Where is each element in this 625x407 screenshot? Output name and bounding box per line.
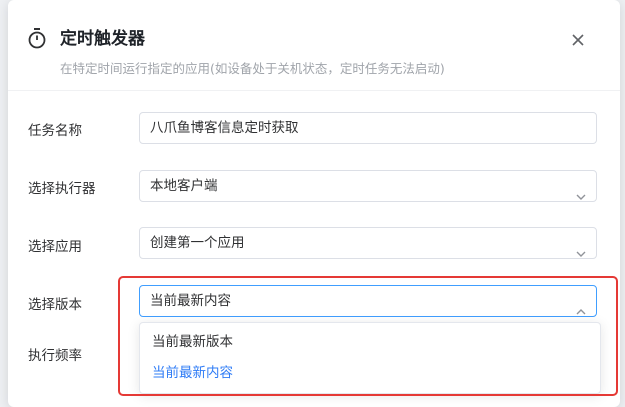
- version-option-latest-content[interactable]: 当前最新内容: [140, 358, 600, 388]
- task-name-label: 任务名称: [28, 123, 82, 139]
- dialog-header: 定时触发器 在特定时间运行指定的应用(如设备处于关机状态，定时任务无法启动): [8, 0, 620, 90]
- executor-label: 选择执行器: [28, 181, 96, 197]
- app-value: 创建第一个应用: [150, 235, 245, 251]
- executor-select[interactable]: 本地客户端: [139, 170, 597, 202]
- task-name-input[interactable]: 八爪鱼博客信息定时获取: [139, 112, 597, 144]
- timer-trigger-dialog: 定时触发器 在特定时间运行指定的应用(如设备处于关机状态，定时任务无法启动) 任…: [8, 0, 620, 407]
- task-name-value: 八爪鱼博客信息定时获取: [150, 120, 299, 136]
- version-select[interactable]: 当前最新内容: [139, 285, 597, 317]
- frequency-label: 执行频率: [28, 348, 82, 364]
- header-divider: [8, 90, 620, 91]
- version-dropdown: 当前最新版本 当前最新内容: [139, 322, 601, 394]
- dialog-subtitle: 在特定时间运行指定的应用(如设备处于关机状态，定时任务无法启动): [60, 61, 445, 76]
- close-icon[interactable]: [568, 30, 588, 50]
- executor-value: 本地客户端: [150, 178, 218, 194]
- version-label: 选择版本: [28, 297, 82, 313]
- app-select[interactable]: 创建第一个应用: [139, 227, 597, 259]
- dialog-title: 定时触发器: [60, 29, 145, 49]
- app-label: 选择应用: [28, 239, 82, 255]
- chevron-down-icon: [576, 182, 586, 200]
- chevron-down-icon: [576, 239, 586, 257]
- version-option-latest-version[interactable]: 当前最新版本: [140, 327, 600, 357]
- version-value: 当前最新内容: [150, 293, 231, 309]
- timer-icon: [26, 27, 48, 49]
- chevron-up-icon: [576, 297, 586, 315]
